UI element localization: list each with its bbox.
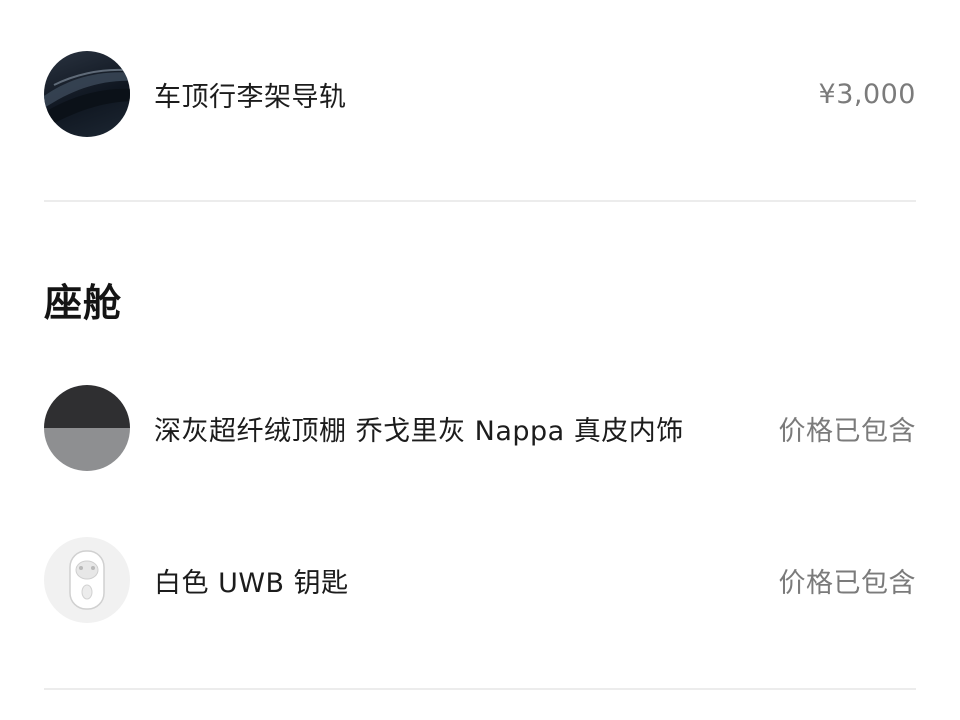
option-price: 价格已包含 xyxy=(778,567,916,599)
section-divider xyxy=(44,688,916,690)
uwb-key-thumbnail xyxy=(44,537,130,623)
option-row-uwb-key[interactable]: 白色 UWB 钥匙 价格已包含 xyxy=(44,536,916,624)
option-price: 价格已包含 xyxy=(778,415,916,447)
section-divider xyxy=(44,200,916,202)
option-price: ¥3,000 xyxy=(818,78,916,110)
option-row-roof-rack[interactable]: 车顶行李架导轨 ¥3,000 xyxy=(44,50,916,138)
order-config-page: 车顶行李架导轨 ¥3,000 座舱 深灰超纤绒顶棚 乔戈里灰 Nappa 真皮内… xyxy=(0,0,960,720)
interior-swatch-thumbnail xyxy=(44,385,130,471)
option-name: 白色 UWB 钥匙 xyxy=(154,567,349,599)
roof-rack-thumbnail xyxy=(44,51,130,137)
option-name: 深灰超纤绒顶棚 乔戈里灰 Nappa 真皮内饰 xyxy=(154,415,684,447)
section-title-cabin: 座舱 xyxy=(44,281,123,325)
option-row-interior[interactable]: 深灰超纤绒顶棚 乔戈里灰 Nappa 真皮内饰 价格已包含 xyxy=(44,384,916,472)
option-name: 车顶行李架导轨 xyxy=(154,81,347,113)
